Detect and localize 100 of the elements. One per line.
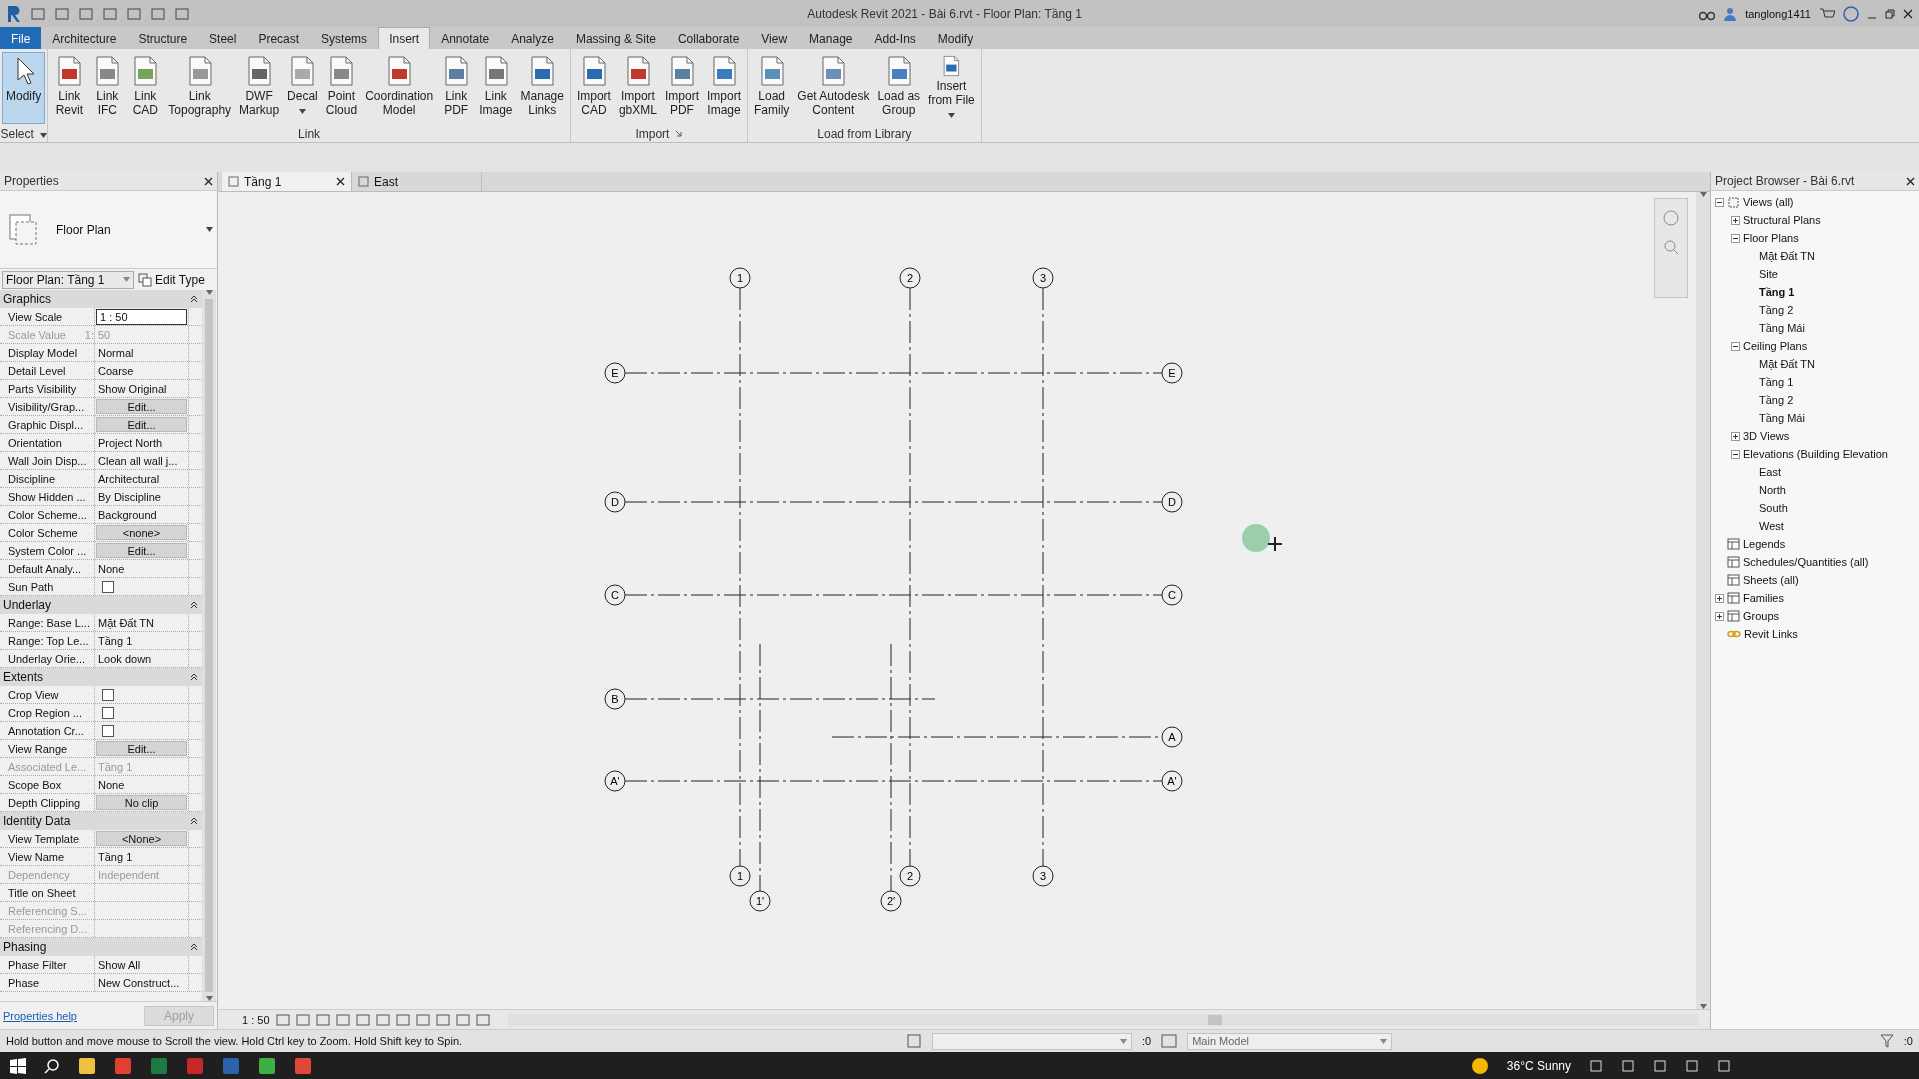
grid-bubble[interactable]: D — [604, 491, 626, 513]
ribbon-button[interactable]: Insert from File — [924, 52, 979, 124]
close-icon[interactable] — [204, 176, 213, 186]
grid-bubble[interactable]: 2 — [899, 267, 921, 289]
ribbon-button[interactable]: Import gbXML — [614, 52, 661, 124]
ribbon-button[interactable]: DWF Markup — [235, 52, 284, 124]
ribbon-tab[interactable]: Systems — [310, 27, 379, 49]
grid-bubble[interactable]: D — [1161, 491, 1183, 513]
tree-item[interactable]: Floor Plans — [1743, 232, 1799, 244]
view-control-icon[interactable] — [415, 1013, 430, 1026]
collapse-toggle-icon[interactable] — [1731, 341, 1740, 351]
view-control-icon[interactable] — [375, 1013, 390, 1026]
tree-item[interactable]: Legends — [1743, 538, 1786, 550]
tree-item[interactable]: Sheets (all) — [1743, 574, 1799, 586]
taskbar-app-icon[interactable] — [294, 1056, 312, 1075]
ribbon-button[interactable]: Import PDF — [660, 52, 703, 124]
ribbon-button[interactable]: Manage Links — [516, 52, 568, 124]
view-control-icon[interactable] — [295, 1013, 310, 1026]
tree-item[interactable]: Tầng 1 — [1759, 376, 1794, 388]
expand-toggle-icon[interactable] — [1715, 611, 1724, 621]
grid-line[interactable] — [624, 780, 1163, 782]
help-link[interactable]: Properties help — [3, 1009, 77, 1022]
view-control-icon[interactable] — [335, 1013, 350, 1026]
ribbon-button[interactable]: Import Image — [702, 52, 745, 124]
tree-item[interactable]: Mặt Đất TN — [1759, 250, 1816, 262]
tree-item[interactable]: Groups — [1743, 610, 1780, 622]
grid-line[interactable] — [909, 287, 911, 867]
tree-item[interactable]: Tầng 2 — [1759, 304, 1794, 316]
ribbon-button[interactable]: Link PDF — [437, 52, 476, 124]
view-control-icon[interactable] — [395, 1013, 410, 1026]
tree-item[interactable]: Families — [1743, 592, 1784, 604]
help-icon[interactable] — [1843, 5, 1859, 22]
grid-bubble[interactable]: C — [604, 584, 626, 606]
caret-icon[interactable] — [205, 996, 213, 1001]
collapse-icon[interactable] — [190, 601, 198, 609]
grid-bubble[interactable]: 2 — [899, 865, 921, 887]
ribbon-tab[interactable]: File — [0, 27, 42, 49]
view-scale[interactable]: 1 : 50 — [242, 1013, 270, 1026]
tree-item[interactable]: Revit Links — [1744, 628, 1798, 640]
grid-bubble[interactable]: 3 — [1032, 267, 1054, 289]
grid-line[interactable] — [624, 594, 1163, 596]
view-control-icon[interactable] — [455, 1013, 470, 1026]
edit-button[interactable]: <None> — [96, 831, 187, 846]
tray-icon[interactable] — [1621, 1058, 1635, 1073]
taskbar-app-icon[interactable] — [78, 1056, 96, 1075]
caret-icon[interactable] — [947, 113, 955, 118]
taskbar-app-icon[interactable] — [258, 1056, 276, 1075]
caret-icon[interactable] — [298, 109, 306, 114]
tree-item[interactable]: Mặt Đất TN — [1759, 358, 1816, 370]
ribbon-tab[interactable]: Collaborate — [666, 27, 751, 49]
ribbon-button[interactable]: Decal — [283, 52, 322, 124]
grid-bubble[interactable]: 2' — [880, 890, 902, 912]
tree-item[interactable]: Tầng Mái — [1759, 322, 1805, 334]
ribbon-tab[interactable]: Analyze — [500, 27, 565, 49]
grid-bubble[interactable]: A — [1161, 726, 1183, 748]
ribbon-button[interactable]: Link Revit — [50, 52, 89, 124]
model-dropdown[interactable]: Main Model — [1187, 1032, 1393, 1050]
close-icon[interactable] — [336, 177, 345, 186]
grid-bubble[interactable]: E — [604, 362, 626, 384]
grid-line[interactable] — [890, 643, 892, 892]
collapse-icon[interactable] — [190, 295, 198, 303]
grid-bubble[interactable]: 1 — [729, 267, 751, 289]
checkbox[interactable] — [102, 688, 114, 701]
ribbon-tab[interactable]: Steel — [198, 27, 248, 49]
tree-item[interactable]: Schedules/Quantities (all) — [1743, 556, 1869, 568]
ribbon-button[interactable]: Point Cloud — [321, 52, 362, 124]
caret-icon[interactable] — [206, 227, 213, 232]
ribbon-tab[interactable]: Massing & Site — [564, 27, 667, 49]
cart-icon[interactable] — [1819, 6, 1835, 21]
view-control-icon[interactable] — [435, 1013, 450, 1026]
scroll-bar[interactable] — [202, 290, 216, 1001]
tree-item[interactable]: Site — [1759, 268, 1778, 280]
launcher-icon[interactable] — [675, 130, 683, 137]
panel-title[interactable]: Select — [0, 126, 34, 141]
tray-icon[interactable] — [1589, 1058, 1603, 1073]
ribbon-button[interactable]: Modify — [2, 52, 46, 124]
tree-item[interactable]: Tầng 1 — [1759, 286, 1795, 298]
ribbon-tab[interactable]: Add-Ins — [863, 27, 927, 49]
tray-icon[interactable] — [1717, 1058, 1731, 1073]
design-options-icon[interactable] — [1161, 1034, 1178, 1048]
expand-toggle-icon[interactable] — [1715, 593, 1724, 603]
collapse-toggle-icon[interactable] — [1731, 449, 1740, 459]
start-icon[interactable] — [10, 1057, 26, 1074]
tree-item[interactable]: East — [1759, 466, 1781, 478]
user-name[interactable]: tanglong1411 — [1745, 7, 1811, 20]
tree-item[interactable]: Tầng Mái — [1759, 412, 1805, 424]
checkbox[interactable] — [102, 724, 114, 737]
tree-item[interactable]: Structural Plans — [1743, 214, 1821, 226]
tree-item[interactable]: Ceiling Plans — [1743, 340, 1808, 352]
tree-item[interactable]: 3D Views — [1743, 430, 1790, 442]
grid-line[interactable] — [759, 643, 761, 892]
grid-bubble[interactable]: 1' — [749, 890, 771, 912]
ribbon-button[interactable]: Link CAD — [126, 52, 165, 124]
ribbon-tab[interactable]: Precast — [247, 27, 311, 49]
ribbon-tab[interactable]: Structure — [127, 27, 199, 49]
edit-button[interactable]: <none> — [96, 525, 187, 540]
ribbon-button[interactable]: Link IFC — [88, 52, 127, 124]
expand-toggle-icon[interactable] — [1731, 431, 1740, 441]
edit-button[interactable]: No clip — [96, 795, 187, 810]
collapse-toggle-icon[interactable] — [1731, 233, 1740, 243]
